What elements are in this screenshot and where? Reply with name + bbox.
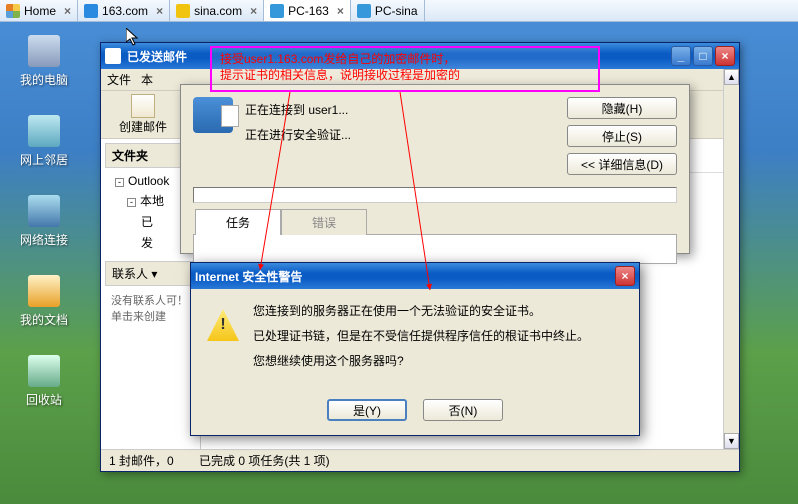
close-icon[interactable]: × [337,4,344,18]
network-icon [28,115,60,147]
icon-label: 回收站 [26,393,62,407]
button-label: 创建邮件 [119,118,167,135]
maximize-button[interactable]: □ [693,46,713,66]
pc-icon [270,4,284,18]
browser-tabstrip: Home × 163.com × sina.com × PC-163 × PC-sina [0,0,798,22]
desktop-icon-mycomputer[interactable]: 我的电脑 [14,35,74,88]
app-icon [105,48,121,64]
scrollbar[interactable]: ▲▼ [723,69,739,449]
dialog-title: Internet 安全性警告 [195,268,302,285]
progress-bar [193,187,677,203]
verifying-text: 正在进行安全验证... [245,126,555,143]
close-icon[interactable]: × [64,4,71,18]
tab-label: PC-163 [288,4,329,18]
home-icon [6,4,20,18]
stop-button[interactable]: 停止(S) [567,125,677,147]
icon-label: 我的电脑 [20,73,68,87]
tab-163[interactable]: 163.com × [78,0,170,21]
minimize-button[interactable]: _ [671,46,691,66]
tab-label: sina.com [194,4,242,18]
mycomputer-icon [28,35,60,67]
new-mail-button[interactable]: 创建邮件 [109,92,177,137]
close-button[interactable]: × [715,46,735,66]
pc-icon [357,4,371,18]
desktop-icon-netconn[interactable]: 网络连接 [14,195,74,248]
menu-item[interactable]: 本 [141,71,153,88]
close-icon[interactable]: × [156,4,163,18]
icon-label: 网络连接 [20,233,68,247]
icon-label: 我的文档 [20,313,68,327]
status-right: 已完成 0 项任务(共 1 项) [199,452,330,469]
site-icon [84,4,98,18]
close-icon[interactable]: × [250,4,257,18]
netconn-icon [28,195,60,227]
outlook-titlebar[interactable]: 已发送邮件 _ □ × [101,43,739,69]
security-text-2: 已处理证书链，但是在不受信任提供程序信任的根证书中终止。 [253,328,589,345]
details-button[interactable]: << 详细信息(D) [567,153,677,175]
desktop-icon-network[interactable]: 网上邻居 [14,115,74,168]
connecting-text: 正在连接到 user1... [245,101,555,118]
yes-button[interactable]: 是(Y) [327,399,407,421]
site-icon [176,4,190,18]
close-button[interactable]: × [615,266,635,286]
security-titlebar[interactable]: Internet 安全性警告 × [191,263,639,289]
icon-label: 网上邻居 [20,153,68,167]
security-dialog: Internet 安全性警告 × ! 您连接到的服务器正在使用一个无法验证的安全… [190,262,640,436]
desktop-icon-docs[interactable]: 我的文档 [14,275,74,328]
mail-transfer-icon [193,97,233,133]
tasks-panel [193,234,677,264]
docs-icon [28,275,60,307]
hide-button[interactable]: 隐藏(H) [567,97,677,119]
status-left: 1 封邮件，0 [109,452,199,469]
no-button[interactable]: 否(N) [423,399,503,421]
statusbar: 1 封邮件，0 已完成 0 项任务(共 1 项) [101,449,739,471]
window-title: 已发送邮件 [127,48,187,65]
tab-pc-sina[interactable]: PC-sina [351,0,425,21]
tab-label: 163.com [102,4,148,18]
progress-dialog: 正在连接到 user1... 正在进行安全验证... 隐藏(H) 停止(S) <… [180,84,690,254]
contacts-header[interactable]: 联系人 ▾ [105,261,196,286]
recycle-icon [28,355,60,387]
errors-tab[interactable]: 错误 [281,209,367,235]
menu-file[interactable]: 文件 [107,71,131,88]
security-text-1: 您连接到的服务器正在使用一个无法验证的安全证书。 [253,303,589,320]
tasks-tab[interactable]: 任务 [195,209,281,235]
no-contacts-text: 没有联系人可！ 单击来创建 [105,286,196,330]
warning-icon: ! [207,309,239,341]
tab-label: PC-sina [375,4,418,18]
tab-sina[interactable]: sina.com × [170,0,264,21]
desktop-icon-recycle[interactable]: 回收站 [14,355,74,408]
tab-label: Home [24,4,56,18]
tab-pc-163[interactable]: PC-163 × [264,0,351,21]
security-text-3: 您想继续使用这个服务器吗? [253,353,589,370]
newmail-icon [131,94,155,118]
tab-home[interactable]: Home × [0,0,78,21]
